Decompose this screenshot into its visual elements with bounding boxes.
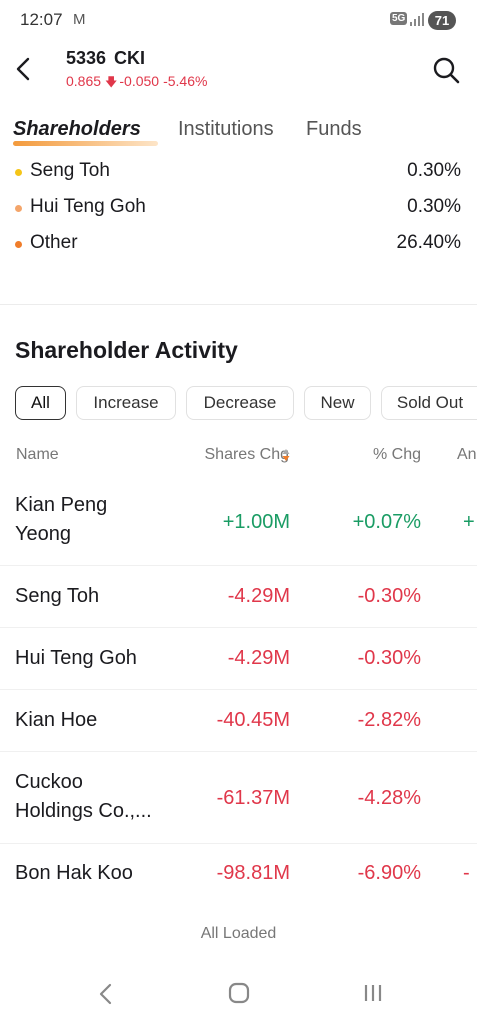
stock-header: 5336 CKI 0.865 🡇 -0.050 -5.46% (0, 40, 477, 100)
percent-change: -0.30% (357, 585, 421, 607)
legend-dot (15, 241, 22, 248)
sort-icon[interactable] (282, 447, 290, 463)
table-row[interactable]: Hui Teng Goh -4.29M -0.30% (0, 628, 477, 690)
stock-change: -0.050 (119, 73, 160, 89)
filter-new-chip[interactable]: New (304, 386, 371, 420)
table-header: Name Shares Chg % Chg An (0, 444, 477, 468)
percent-change: -2.82% (357, 709, 421, 731)
filter-sold-out-chip[interactable]: Sold Out (381, 386, 477, 420)
filter-all-chip[interactable]: All (15, 386, 66, 420)
section-title: Shareholder Activity (15, 337, 238, 363)
gmail-icon: M (73, 11, 86, 28)
shares-change: +1.00M (222, 511, 290, 533)
holder-row: Hui Teng Goh 0.30% (0, 191, 477, 225)
filter-increase-chip[interactable]: Increase (76, 386, 176, 420)
column-extra: An (457, 446, 477, 463)
holder-tabs: Shareholders Institutions Funds (0, 112, 477, 152)
shareholder-name: Cuckoo Holdings Co.,... (15, 771, 152, 822)
battery-indicator: 71 (428, 11, 456, 30)
filter-chips: All Increase Decrease New Sold Out (0, 386, 477, 422)
column-shares-chg[interactable]: Shares Chg (205, 446, 290, 464)
table-row[interactable]: Cuckoo Holdings Co.,... -61.37M -4.28% (0, 752, 477, 844)
holder-name: Seng Toh (30, 160, 110, 181)
holder-percent: 0.30% (407, 196, 461, 217)
status-time: 12:07 (20, 10, 63, 29)
holder-name: Hui Teng Goh (30, 196, 146, 217)
extra-value: + (463, 511, 475, 533)
legend-dot (15, 169, 22, 176)
down-arrow-icon: 🡇 (105, 75, 118, 89)
table-row[interactable]: Bon Hak Koo -98.81M -6.90% - (0, 844, 477, 906)
stock-price: 0.865 (66, 73, 102, 89)
percent-change: -0.30% (357, 647, 421, 669)
list-footer: All Loaded (200, 925, 277, 942)
column-name: Name (16, 446, 59, 463)
table-row[interactable]: Kian Hoe -40.45M -2.82% (0, 690, 477, 752)
shareholder-name: Kian Peng Yeong (15, 494, 108, 545)
percent-change: -4.28% (357, 787, 421, 809)
tab-institutions[interactable]: Institutions (178, 118, 274, 141)
stock-title: 5336 CKI (66, 48, 153, 69)
back-arrow-icon[interactable] (10, 52, 38, 86)
nav-home-icon[interactable] (228, 982, 250, 1004)
signal-icon (410, 13, 424, 26)
shares-change: -98.81M (216, 862, 290, 884)
shareholder-name: Kian Hoe (15, 709, 98, 731)
section-divider (0, 304, 477, 305)
stock-code: 5336 (66, 48, 107, 68)
percent-change: +0.07% (352, 511, 421, 533)
shareholder-name: Hui Teng Goh (15, 647, 137, 669)
extra-value: - (463, 862, 470, 884)
network-type-badge: 5G (390, 12, 408, 25)
holder-name: Other (30, 232, 78, 253)
system-nav-bar (0, 965, 477, 1024)
status-bar: 12:07 M 5G 71 (0, 0, 477, 40)
active-tab-indicator (13, 141, 158, 146)
table-row[interactable]: Seng Toh -4.29M -0.30% (0, 566, 477, 628)
nav-back-icon[interactable] (96, 981, 116, 1007)
stock-change-pct: -5.46% (163, 73, 208, 89)
stock-quote: 0.865 🡇 -0.050 -5.46% (66, 73, 211, 94)
holder-row: Seng Toh 0.30% (0, 155, 477, 189)
holder-row: Other 26.40% (0, 227, 477, 261)
holder-percent: 26.40% (396, 232, 461, 253)
table-row[interactable]: Kian Peng Yeong +1.00M +0.07% + (0, 485, 477, 566)
shareholder-name: Bon Hak Koo (15, 862, 133, 884)
nav-recents-icon[interactable] (362, 982, 384, 1004)
tab-shareholders[interactable]: Shareholders (13, 118, 141, 141)
shares-change: -40.45M (216, 709, 290, 731)
shares-change: -4.29M (227, 647, 290, 669)
stock-name: CKI (114, 48, 146, 68)
tab-funds[interactable]: Funds (306, 118, 362, 141)
shareholder-name: Seng Toh (15, 585, 100, 607)
holder-percent: 0.30% (407, 160, 461, 181)
shares-change: -4.29M (227, 585, 290, 607)
search-icon[interactable] (430, 54, 462, 86)
legend-dot (15, 205, 22, 212)
filter-decrease-chip[interactable]: Decrease (186, 386, 294, 420)
shares-change: -61.37M (216, 787, 290, 809)
percent-change: -6.90% (357, 862, 421, 884)
column-pct-chg[interactable]: % Chg (373, 446, 421, 464)
